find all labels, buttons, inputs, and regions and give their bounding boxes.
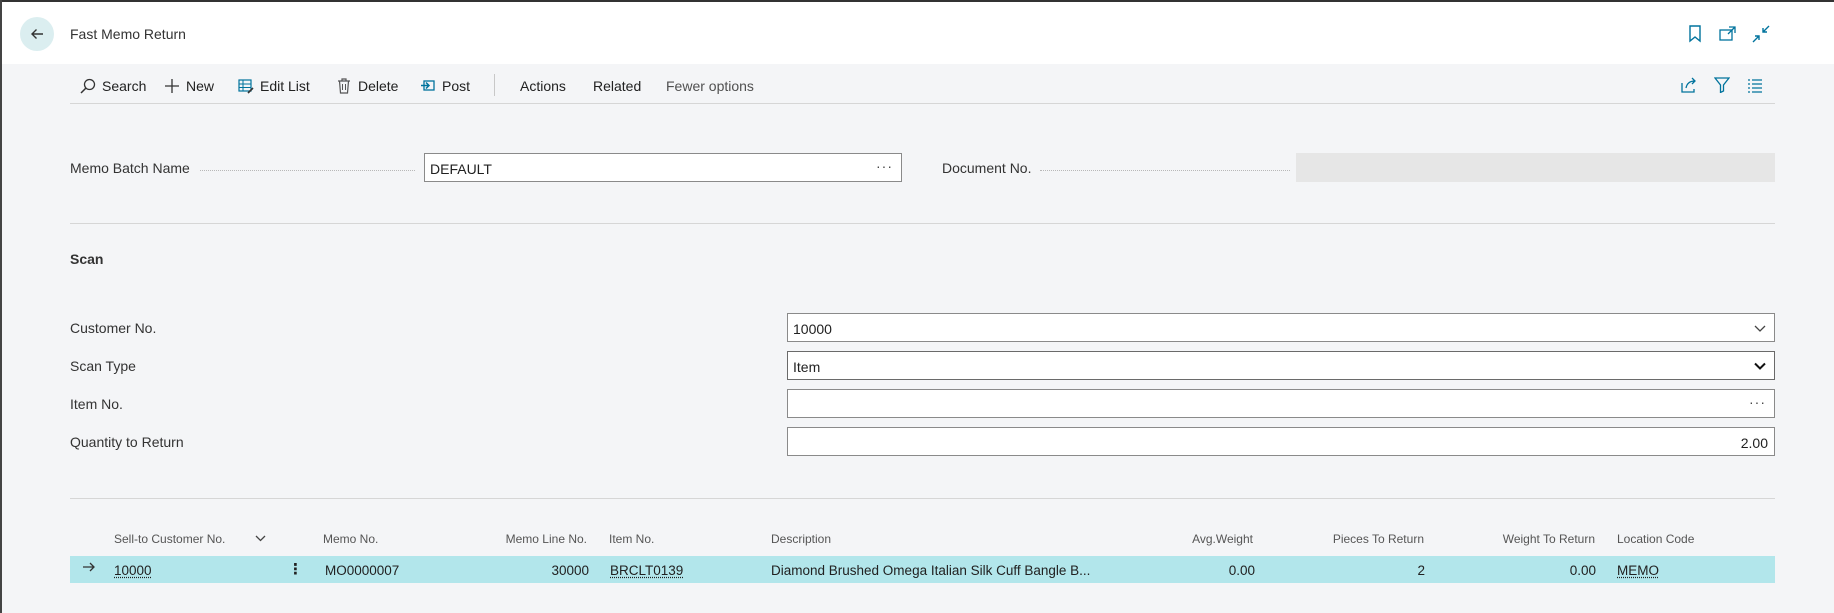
column-header-location-code[interactable]: Location Code bbox=[1617, 532, 1694, 546]
action-bar: Search New Edit List Delete Post Actions… bbox=[70, 72, 1775, 104]
related-menu[interactable]: Related bbox=[593, 72, 641, 100]
search-icon bbox=[80, 78, 96, 94]
quantity-to-return-label: Quantity to Return bbox=[70, 434, 184, 450]
column-header-description[interactable]: Description bbox=[771, 532, 831, 546]
bookmark-button[interactable] bbox=[1685, 24, 1705, 44]
pieces-to-return-cell[interactable]: 2 bbox=[1325, 563, 1425, 578]
lookup-ellipsis-icon[interactable]: ··· bbox=[1749, 394, 1766, 410]
item-no-cell[interactable]: BRCLT0139 bbox=[610, 563, 683, 578]
table-row[interactable]: 10000 ⋮ MO0000007 30000 BRCLT0139 Diamon… bbox=[70, 556, 1775, 583]
fewer-options-button[interactable]: Fewer options bbox=[666, 72, 754, 100]
page-title: Fast Memo Return bbox=[70, 26, 186, 42]
column-sort-chevron-icon[interactable] bbox=[255, 532, 266, 546]
scan-type-label: Scan Type bbox=[70, 358, 136, 374]
avg-weight-cell[interactable]: 0.00 bbox=[1155, 563, 1255, 578]
bookmark-icon bbox=[1689, 25, 1701, 43]
post-button[interactable]: Post bbox=[420, 72, 470, 100]
open-new-window-icon bbox=[1719, 26, 1736, 41]
filter-button[interactable] bbox=[1713, 76, 1731, 94]
row-pointer-arrow-icon bbox=[82, 561, 96, 576]
lookup-ellipsis-icon[interactable]: ··· bbox=[876, 158, 893, 174]
memo-no-cell[interactable]: MO0000007 bbox=[325, 563, 399, 578]
action-separator bbox=[494, 74, 495, 96]
chevron-down-icon bbox=[1754, 358, 1766, 374]
back-arrow-icon bbox=[31, 29, 43, 39]
section-divider bbox=[70, 223, 1775, 224]
collapse-icon bbox=[1752, 25, 1770, 43]
trash-icon bbox=[336, 78, 352, 94]
open-new-window-button[interactable] bbox=[1718, 24, 1738, 44]
column-header-pieces-to-return[interactable]: Pieces To Return bbox=[1300, 532, 1424, 546]
list-view-icon bbox=[1748, 79, 1762, 93]
sell-to-customer-no-cell[interactable]: 10000 bbox=[114, 563, 152, 578]
scan-type-select[interactable]: Item bbox=[787, 351, 1775, 380]
section-divider bbox=[70, 498, 1775, 499]
document-no-label: Document No. bbox=[942, 160, 1032, 176]
share-button[interactable] bbox=[1680, 76, 1698, 94]
column-header-sell-to-customer-no[interactable]: Sell-to Customer No. bbox=[114, 532, 225, 546]
row-actions-menu-icon[interactable]: ⋮ bbox=[288, 560, 303, 578]
column-header-item-no[interactable]: Item No. bbox=[609, 532, 654, 546]
plus-icon bbox=[164, 78, 180, 94]
back-button[interactable] bbox=[20, 17, 54, 51]
memo-batch-name-label: Memo Batch Name bbox=[70, 160, 190, 176]
item-no-input[interactable]: ··· bbox=[787, 389, 1775, 418]
location-code-cell[interactable]: MEMO bbox=[1617, 563, 1659, 578]
new-button[interactable]: New bbox=[164, 72, 214, 100]
actions-menu[interactable]: Actions bbox=[520, 72, 566, 100]
column-header-memo-line-no[interactable]: Memo Line No. bbox=[476, 532, 587, 546]
edit-list-icon bbox=[238, 78, 254, 94]
customer-no-select[interactable]: 10000 bbox=[787, 313, 1775, 342]
column-header-weight-to-return[interactable]: Weight To Return bbox=[1455, 532, 1595, 546]
window-left-border bbox=[0, 0, 2, 613]
collapse-button[interactable] bbox=[1751, 24, 1771, 44]
customer-no-label: Customer No. bbox=[70, 320, 157, 336]
list-view-button[interactable] bbox=[1746, 76, 1764, 94]
weight-to-return-cell[interactable]: 0.00 bbox=[1495, 563, 1596, 578]
label-leader-dots bbox=[200, 170, 415, 171]
post-icon bbox=[420, 78, 436, 94]
delete-button[interactable]: Delete bbox=[336, 72, 398, 100]
label-leader-dots bbox=[1040, 170, 1290, 171]
document-no-field bbox=[1296, 153, 1775, 182]
search-button[interactable]: Search bbox=[80, 72, 146, 100]
filter-icon bbox=[1714, 77, 1730, 93]
edit-list-button[interactable]: Edit List bbox=[238, 72, 310, 100]
quantity-to-return-input[interactable]: 2.00 bbox=[787, 427, 1775, 456]
scan-section-title: Scan bbox=[70, 251, 104, 267]
memo-batch-name-input[interactable]: DEFAULT ··· bbox=[424, 153, 902, 182]
page-header: Fast Memo Return bbox=[2, 2, 1834, 64]
memo-line-no-cell[interactable]: 30000 bbox=[476, 563, 589, 578]
description-cell[interactable]: Diamond Brushed Omega Italian Silk Cuff … bbox=[771, 563, 1090, 578]
column-header-memo-no[interactable]: Memo No. bbox=[323, 532, 378, 546]
chevron-down-icon bbox=[1754, 320, 1766, 336]
share-icon bbox=[1681, 77, 1696, 93]
item-no-label: Item No. bbox=[70, 396, 123, 412]
column-header-avg-weight[interactable]: Avg.Weight bbox=[1151, 532, 1253, 546]
